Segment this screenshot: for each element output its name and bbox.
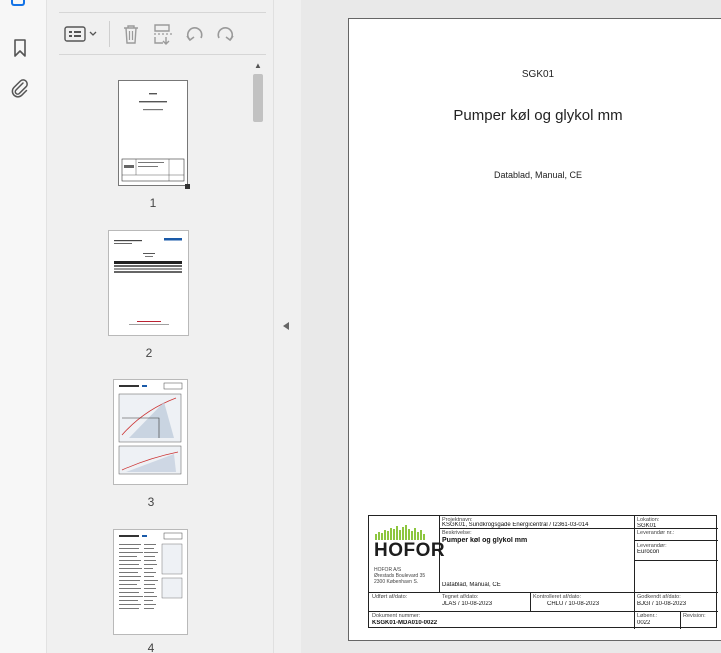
- dokument-label: Dokument nummer:: [372, 613, 421, 619]
- document-title: Pumper køl og glykol mm: [453, 107, 623, 124]
- attachment-icon[interactable]: [8, 76, 32, 100]
- dokument-value: KSGK01-MDA010-0022: [372, 620, 438, 626]
- rotate-clockwise-icon[interactable]: [210, 19, 240, 49]
- document-subtitle: Datablad, Manual, CE: [493, 170, 583, 180]
- hofor-logo-bars: [375, 525, 425, 540]
- document-view[interactable]: SGK01 Pumper køl og glykol mm Datablad, …: [301, 0, 721, 653]
- address-line: 2300 København S.: [374, 579, 419, 585]
- bookmark-icon[interactable]: [8, 36, 32, 60]
- beskrivelse-label: Beskrivelse:: [442, 530, 472, 536]
- udfort-label: Udført af/dato:: [372, 594, 408, 600]
- leverandor-value: Eurocon: [637, 549, 660, 555]
- lobenr-label: Løbenr.:: [637, 613, 658, 619]
- page-thumbnails-panel: 1 2 3 4 ▲: [47, 0, 273, 653]
- thumbnail-toolbar: [59, 12, 266, 54]
- panel-divider: [273, 0, 301, 653]
- page-thumbnail-1[interactable]: [118, 80, 188, 186]
- page-number-label: 4: [147, 641, 155, 653]
- lokation-value: SGK01: [637, 523, 657, 529]
- tegnet-value: JLAS / 10-08-2023: [442, 601, 493, 607]
- document-page: SGK01 Pumper køl og glykol mm Datablad, …: [348, 18, 721, 641]
- company-logo: HOFOR: [374, 540, 446, 561]
- page-thumbnail-2[interactable]: [108, 230, 189, 336]
- scroll-up-icon[interactable]: ▲: [250, 58, 266, 72]
- extract-page-icon[interactable]: [146, 19, 180, 49]
- lobenr-value: 0022: [637, 620, 651, 626]
- document-code: SGK01: [521, 69, 555, 80]
- godkendt-label: Godkendt af/dato:: [637, 594, 681, 600]
- tegnet-label: Tegnet af/dato:: [442, 594, 479, 600]
- page-thumbnail-3[interactable]: [113, 379, 188, 485]
- delete-page-icon[interactable]: [116, 19, 146, 49]
- thumbnail-options-icon[interactable]: [59, 19, 103, 49]
- projektnavn-value: KSGK01, Sundkrogsgade Energicentral / I2…: [442, 522, 589, 528]
- page-number-label: 1: [149, 196, 157, 210]
- page-number-label: 2: [145, 346, 153, 360]
- page-thumbnail-4[interactable]: [113, 529, 188, 635]
- title-block: HOFOR HOFOR A/S Ørestads Boulevard 35 23…: [368, 515, 718, 629]
- page-number-label: 3: [147, 495, 155, 509]
- thumbnail-scrollbar[interactable]: ▲: [250, 58, 266, 653]
- thumbnail-resize-handle[interactable]: [185, 184, 190, 189]
- left-tool-rail: [0, 0, 47, 653]
- collapse-panel-icon[interactable]: [283, 322, 289, 330]
- kontrolleret-label: Kontrolleret af/dato:: [533, 594, 582, 600]
- scrollbar-thumb[interactable]: [253, 74, 263, 122]
- beskrivelse-value: Pumper køl og glykol mm: [442, 537, 528, 544]
- toolbar-separator: [109, 20, 110, 47]
- rotate-counterclockwise-icon[interactable]: [180, 19, 210, 49]
- pdf-viewer: 1 2 3 4 ▲ SGK01 Pumper køl og glykol mm …: [0, 0, 721, 653]
- leverandor-nr-label: Leverandør nr.:: [637, 530, 675, 536]
- beskrivelse-detail: Datablad, Manual, CE: [442, 582, 501, 588]
- kontrolleret-value: CHLU / 10-08-2023: [547, 601, 600, 607]
- page-thumbnails-tab-indicator[interactable]: [11, 0, 25, 6]
- revision-label: Revision:: [683, 613, 706, 619]
- godkendt-value: BJGI / 10-08-2023: [637, 601, 687, 607]
